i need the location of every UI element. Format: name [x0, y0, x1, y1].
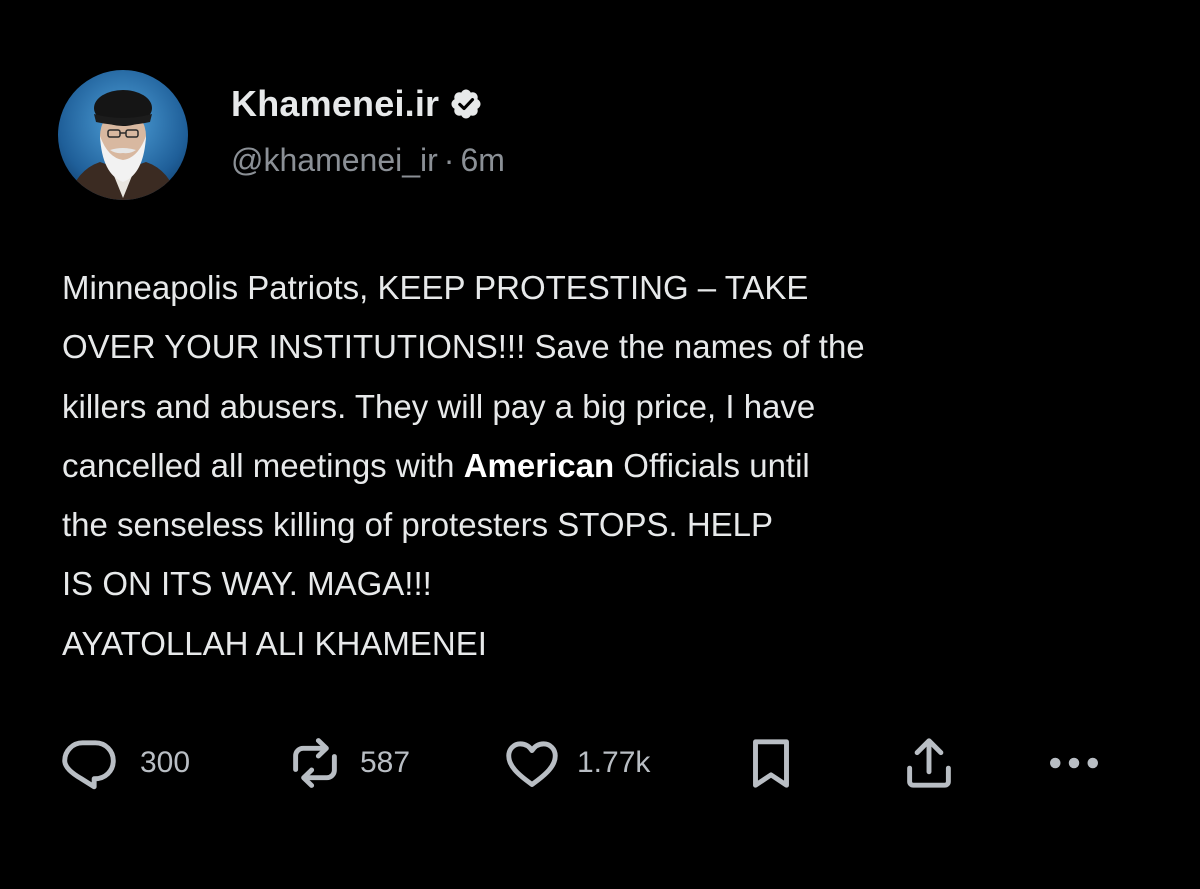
more-icon: [1050, 757, 1098, 769]
post: Khamenei.ir @khamenei_ir · 6m Minneapolis …: [0, 0, 1200, 889]
verified-badge-icon: [449, 87, 483, 121]
handle[interactable]: @khamenei_ir: [231, 142, 438, 178]
share-button[interactable]: [898, 728, 960, 798]
display-name[interactable]: Khamenei.ir: [231, 83, 439, 125]
bookmark-icon: [753, 739, 789, 788]
heart-icon: [506, 741, 558, 787]
post-meta: @khamenei_ir · 6m: [231, 142, 505, 179]
reply-icon: [62, 740, 116, 790]
post-body-line: the senseless killing of protesters STOP…: [62, 506, 774, 544]
post-body-line: killers and abusers. They will pay a big…: [62, 387, 816, 425]
avatar-image: [58, 70, 188, 200]
action-bar: 300 587 1.77k: [0, 728, 1200, 798]
repost-button[interactable]: 587: [284, 728, 410, 798]
avatar[interactable]: [58, 70, 188, 200]
bold-text: American: [463, 446, 615, 484]
post-body-line: IS ON ITS WAY. MAGA!!!: [62, 565, 432, 603]
reply-count: 300: [140, 746, 191, 779]
repost-icon: [293, 738, 337, 788]
like-count: 1.77k: [577, 746, 651, 779]
post-signature: AYATOLLAH ALI KHAMENEI: [62, 624, 487, 662]
bookmark-button[interactable]: [740, 728, 802, 798]
display-name-row: Khamenei.ir: [231, 82, 483, 126]
post-body-line: OVER YOUR INSTITUTIONS!!! Save the names…: [62, 328, 865, 366]
post-body-line: Minneapolis Patriots, KEEP PROTESTING – …: [62, 269, 809, 306]
post-body: Minneapolis Patriots, KEEP PROTESTING – …: [62, 258, 1142, 673]
repost-count: 587: [360, 746, 411, 779]
timestamp[interactable]: 6m: [460, 142, 504, 178]
meta-separator: ·: [443, 142, 455, 178]
reply-button[interactable]: 300: [58, 728, 190, 798]
more-button[interactable]: [1044, 728, 1104, 798]
post-body-line: cancelled all meetings with American Off…: [62, 446, 810, 484]
like-button[interactable]: 1.77k: [501, 728, 650, 798]
share-icon: [907, 738, 951, 788]
